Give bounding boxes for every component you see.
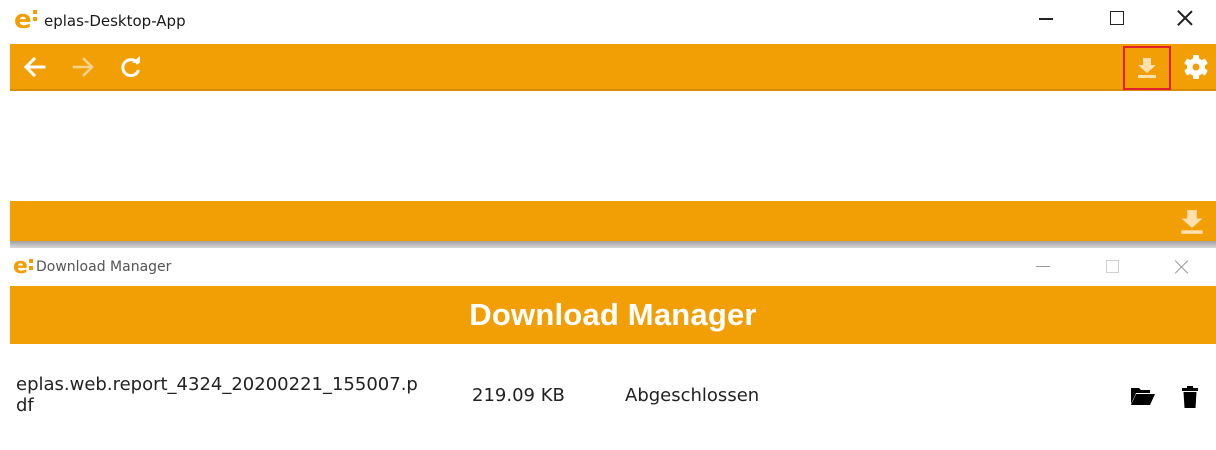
arrow-left-icon [24,56,46,77]
browser-content-area [10,93,1216,201]
dm-maximize-button[interactable] [1106,260,1119,273]
main-titlebar: e eplas-Desktop-App [0,0,1216,44]
logo-letter: e [13,254,28,279]
download-manager-header: Download Manager [10,286,1216,344]
arrow-right-icon [72,56,94,77]
close-button[interactable] [1160,0,1210,36]
minimize-icon [1039,18,1053,20]
logo-letter: e [14,5,32,35]
download-manager-titlebar: e Download Manager [10,248,1216,286]
download-icon[interactable] [1178,209,1206,235]
download-row: eplas.web.report_4324_20200221_155007.p … [10,344,1216,424]
forward-button[interactable] [66,44,100,89]
reload-button[interactable] [114,44,148,89]
maximize-icon [1110,11,1124,25]
download-size: 219.09 KB [472,385,565,406]
dm-close-button[interactable] [1174,259,1190,275]
filename-line-2: df [16,395,34,416]
download-icon [1138,58,1156,78]
filename-line-1: eplas.web.report_4324_20200221_155007.p [16,374,418,395]
logo-dots [32,7,37,21]
trash-icon[interactable] [1182,386,1198,408]
download-filename: eplas.web.report_4324_20200221_155007.p … [16,374,456,416]
download-manager-window: e Download Manager Download Manager epla… [10,248,1216,450]
close-icon [1174,259,1190,275]
eplas-logo: e [14,7,37,33]
window-shadow [10,241,1216,248]
logo-dots [28,256,33,270]
secondary-toolbar [10,201,1216,241]
settings-button[interactable] [1178,44,1214,89]
downloads-button[interactable] [1123,46,1171,90]
reload-icon [121,55,140,77]
close-icon [1176,9,1194,27]
download-status: Abgeschlossen [625,385,760,406]
maximize-button[interactable] [1092,0,1142,36]
page-title: Download Manager [469,297,757,332]
eplas-logo: e [13,256,33,278]
back-button[interactable] [18,44,52,89]
minimize-button[interactable] [1022,0,1072,36]
download-manager-window-title: Download Manager [36,259,172,275]
folder-open-icon[interactable] [1130,386,1156,406]
window-title: eplas-Desktop-App [44,12,186,30]
dm-minimize-button[interactable] [1036,266,1050,267]
navigation-toolbar [10,44,1216,91]
gear-icon [1184,54,1208,79]
